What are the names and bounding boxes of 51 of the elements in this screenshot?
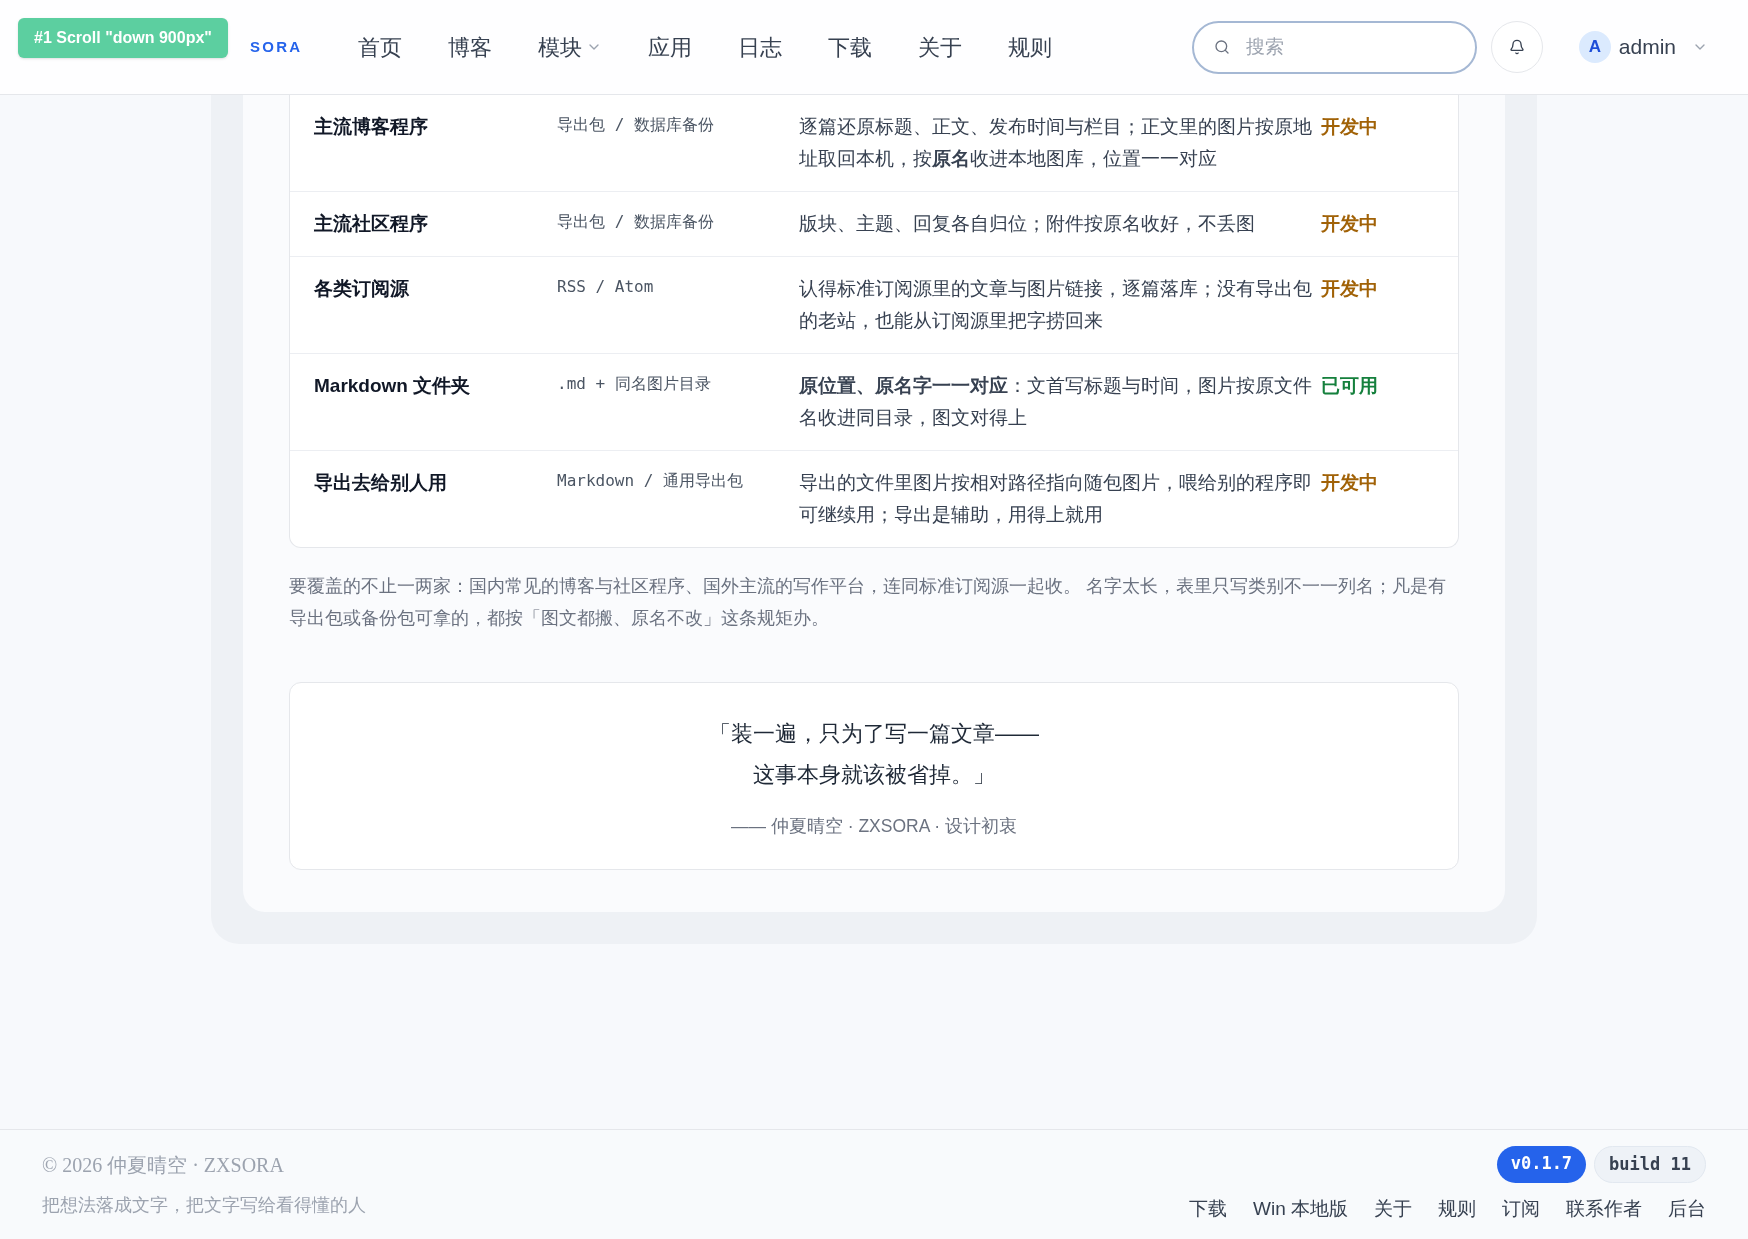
search-icon	[1213, 38, 1230, 55]
source-name: 各类订阅源	[314, 277, 410, 301]
format-cell-text: 导出包 / 数据库备份	[557, 211, 715, 233]
nav-link[interactable]: 博客	[448, 30, 492, 64]
footer-link[interactable]: 下载	[1189, 1195, 1227, 1224]
footer-link[interactable]: 联系作者	[1566, 1195, 1642, 1224]
nav-link[interactable]: 模块	[538, 30, 602, 64]
description-cell-text: 版块、主题、回复各自归位；附件按原名收好，不丢图	[799, 212, 1256, 236]
nav-link[interactable]: 规则	[1008, 30, 1052, 64]
format-cell-text: RSS / Atom	[557, 276, 655, 298]
status-label: 开发中	[1321, 471, 1378, 495]
format-cell-text: 导出包 / 数据库备份	[557, 114, 715, 136]
nav-link[interactable]: 首页	[358, 30, 402, 64]
source-name: Markdown 文件夹	[314, 374, 472, 398]
quote-line: 这事本身就该被省掉。」	[753, 761, 995, 789]
nav-link[interactable]: 下载	[828, 30, 872, 64]
format-cell-text: Markdown / 通用导出包	[557, 470, 744, 492]
tagline-text: 把想法落成文字，把文字写给看得懂的人	[42, 1194, 366, 1217]
status-label: 开发中	[1321, 277, 1378, 301]
description-cell-text: 导出的文件里图片按相对路径指向随包图片，喂给别的程序即可继续用；导出是辅助，用得上就用	[799, 471, 1313, 527]
source-name: 主流博客程序	[314, 115, 429, 139]
description-cell-text: 逐篇还原标题、正文、发布时间与栏目；正文里的图片按原地址取回本机，按原名收进本地图库，位置一一对应	[799, 115, 1313, 171]
note-paragraph: 要覆盖的不止一两家：国内常见的博客与社区程序、国外主流的写作平台，连同标准订阅源一起收。 名字太长，表里只写类别不一一列名；凡是有导出包或备份包可拿的，都按「图文都搬、原名不改」这条规矩办。	[289, 575, 1447, 630]
description-cell-text: 原位置、原名字一一对应：文首写标题与时间，图片按原文件名收进同目录，图文对得上	[799, 374, 1313, 430]
quote-line: 「装一遍，只为了写一篇文章——	[709, 720, 1039, 748]
footer-link[interactable]: 后台	[1668, 1195, 1706, 1224]
version-badge: v0.1.7	[1496, 1145, 1587, 1183]
nav-link[interactable]: 关于	[918, 30, 962, 64]
status-label: 开发中	[1321, 212, 1378, 236]
footer-link[interactable]: 订阅	[1502, 1195, 1540, 1224]
nav-link[interactable]: 日志	[738, 30, 782, 64]
copyright-text: © 2026 仲夏晴空 · ZXSORA	[42, 1153, 285, 1178]
description-cell-text: 认得标准订阅源里的文章与图片链接，逐篇落库；没有导出包的老站，也能从订阅源里把字捞回来	[799, 277, 1313, 333]
scroll-badge: #1 Scroll "down 900px"	[18, 18, 228, 58]
bell-icon	[1508, 39, 1525, 55]
status-label: 已可用	[1321, 374, 1378, 398]
user-avatar: A	[1578, 31, 1611, 63]
quote-attribution: —— 仲夏晴空 · ZXSORA · 设计初衷	[731, 815, 1017, 838]
status-label: 开发中	[1321, 115, 1378, 139]
source-name: 导出去给别人用	[314, 471, 448, 495]
footer-link[interactable]: 规则	[1438, 1195, 1476, 1224]
footer-link[interactable]: 关于	[1374, 1195, 1412, 1224]
source-name: 主流社区程序	[314, 212, 429, 236]
logo-text[interactable]: SORA	[250, 35, 330, 59]
build-badge: build 11	[1594, 1145, 1706, 1183]
nav-link[interactable]: 应用	[648, 30, 692, 64]
search-field[interactable]: 搜索	[1191, 20, 1477, 74]
format-cell-text: .md + 同名图片目录	[557, 373, 712, 395]
user-name: admin	[1618, 34, 1676, 61]
footer-link[interactable]: Win 本地版	[1253, 1195, 1348, 1224]
user-menu[interactable]: A admin	[1578, 31, 1708, 63]
